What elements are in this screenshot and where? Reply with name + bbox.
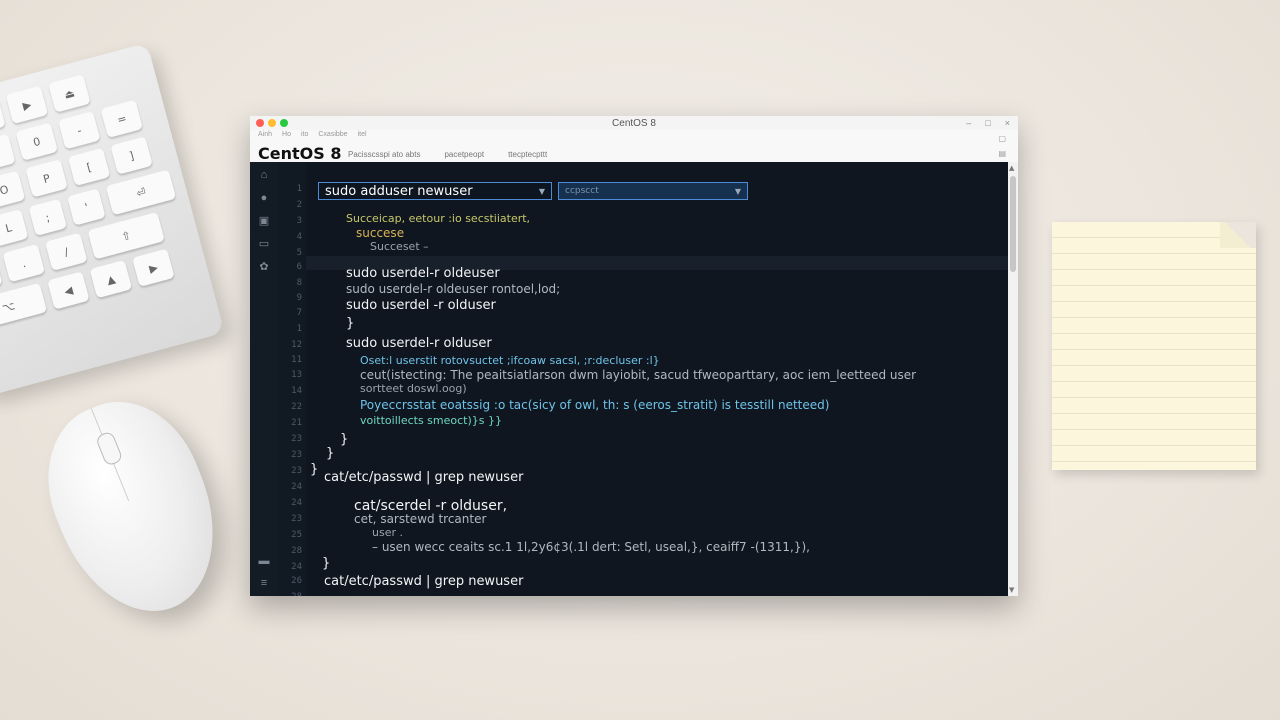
code-line: }	[346, 316, 355, 331]
minimize-dot[interactable]	[268, 119, 276, 127]
code-line: Oset:l userstit rotovsuctet ;ifcoaw sacs…	[360, 354, 660, 367]
app-title: CentOS 8	[258, 144, 342, 163]
line-number: 14	[291, 386, 302, 396]
sticky-note	[1052, 222, 1256, 470]
line-number: 22	[291, 402, 302, 412]
menu-icon[interactable]: ≡	[257, 576, 271, 590]
line-number: 2	[296, 200, 302, 210]
line-number: 13	[291, 370, 302, 380]
folder-icon[interactable]: ▭	[257, 237, 271, 251]
code-line: }	[310, 462, 319, 477]
gear-icon[interactable]: ✿	[257, 260, 271, 274]
toolbar-tab[interactable]: pacetpeopt	[444, 150, 484, 159]
zoom-dot[interactable]	[280, 119, 288, 127]
close-dot[interactable]	[256, 119, 264, 127]
line-number: 23	[291, 450, 302, 460]
code-line: Succeset –	[370, 240, 429, 253]
code-line: sudo userdel -r olduser	[346, 298, 496, 313]
code-line: sortteet doswl.oog)	[360, 382, 467, 395]
code-line: }	[322, 556, 331, 571]
code-editor[interactable]: sudo adduser newuser ▼ ccpscct ▼ ▲ ▼ Suc…	[306, 162, 1018, 596]
user-icon[interactable]: ●	[257, 191, 271, 205]
code-line: voittoillects smeoct)}s }}	[360, 414, 502, 427]
code-line: sudo userdel-r oldeuser	[346, 266, 500, 281]
chevron-down-icon[interactable]: ▼	[539, 183, 545, 200]
code-line: user .	[372, 526, 403, 539]
toolbar-tab[interactable]: Pacisscsspi ato abts	[348, 150, 420, 159]
menu-item[interactable]: itel	[358, 131, 367, 138]
line-number: 24	[291, 562, 302, 572]
menu-item[interactable]: Cxasibbe	[318, 131, 347, 138]
code-line: Poyeccrsstat eoatssig :o tac(sicy of owl…	[360, 398, 830, 412]
code-line: Succeicap, eetour :io secstiiatert,	[346, 212, 531, 225]
toolbar: Ainh Ho ito Cxasibbe itel CentOS 8 Pacis…	[250, 130, 1018, 163]
code-line: cat/etc/passwd | grep newuser	[324, 574, 524, 589]
line-number: 24	[291, 498, 302, 508]
window-title: CentOS 8	[612, 117, 656, 129]
chevron-down-icon[interactable]: ▼	[735, 183, 741, 200]
line-number: 7	[296, 308, 302, 318]
line-number: 11	[291, 355, 302, 365]
activity-bar: ⌂ ● ▣ ▭ ✿ ▬ ≡	[250, 162, 278, 596]
layout-icon[interactable]: ▬	[257, 554, 271, 568]
line-number: 26	[291, 576, 302, 586]
option-select-value: ccpscct	[565, 186, 599, 196]
toolbar-tab[interactable]: ttecptecpttt	[508, 150, 547, 159]
keyboard: ⌃◀▶⏏ 890-= IOP[] KL;'⏎ ,./⇧ ⌥◀▲▶	[0, 42, 225, 398]
line-number: 28	[282, 592, 302, 596]
line-number: 1	[296, 184, 302, 194]
code-line: }	[326, 446, 335, 461]
terminal-icon[interactable]: ▣	[257, 214, 271, 228]
code-line: ceut(istecting: The peaitsiatlarson dwm …	[360, 368, 917, 382]
line-number: 12	[291, 340, 302, 350]
line-number: 21	[291, 418, 302, 428]
menu-item[interactable]: Ainh	[258, 131, 272, 138]
option-select[interactable]: ccpscct ▼	[558, 182, 748, 200]
line-number: 25	[291, 530, 302, 540]
line-number: 23	[291, 466, 302, 476]
editor-area: ⌂ ● ▣ ▭ ✿ ▬ ≡ 1 2 3 4 5 6 8 9 7 1 12 11 13 14 22 21 23 23…	[250, 162, 1018, 596]
line-number: 6	[296, 262, 302, 272]
line-number: 24	[291, 482, 302, 492]
mouse	[23, 379, 243, 636]
minimize-button[interactable]: –	[966, 116, 971, 130]
command-input[interactable]: sudo adduser newuser ▼	[318, 182, 552, 200]
code-line: }	[340, 432, 349, 447]
line-number: 28	[291, 546, 302, 556]
settings-icon[interactable]: ▢	[998, 134, 1006, 143]
menu-bar: Ainh Ho ito Cxasibbe itel	[258, 131, 367, 138]
title-bar: CentOS 8 – □ ×	[250, 116, 1018, 130]
code-line: succese	[356, 226, 405, 240]
code-line: sudo userdel-r oldeuser rontoel,lod;	[346, 282, 561, 296]
menu-item[interactable]: Ho	[282, 131, 291, 138]
centos-window: CentOS 8 – □ × Ainh Ho ito Cxasibbe itel…	[250, 116, 1018, 596]
code-line: cat/etc/passwd | grep newuser	[324, 470, 524, 485]
home-icon[interactable]: ⌂	[257, 168, 271, 182]
line-number: 8	[296, 278, 302, 288]
line-number: 4	[296, 232, 302, 242]
line-number: 9	[296, 293, 302, 303]
line-number-gutter: 1 2 3 4 5 6 8 9 7 1 12 11 13 14 22 21 23 23 23 24 24 23 25 28 24…	[278, 162, 306, 596]
code-line: sudo userdel-r olduser	[346, 336, 492, 351]
menu-item[interactable]: ito	[301, 131, 308, 138]
code-line: cet, sarstewd trcanter	[354, 512, 487, 526]
command-input-value: sudo adduser newuser	[325, 184, 473, 199]
close-button[interactable]: ×	[1005, 116, 1010, 130]
scrollbar-thumb[interactable]	[1010, 176, 1016, 272]
line-number: 5	[296, 248, 302, 258]
scroll-down-icon[interactable]: ▼	[1009, 586, 1014, 594]
line-number: 23	[291, 434, 302, 444]
line-number: 23	[291, 514, 302, 524]
panel-icon[interactable]: ▤	[998, 149, 1006, 158]
scroll-up-icon[interactable]: ▲	[1009, 164, 1014, 172]
maximize-button[interactable]: □	[985, 116, 990, 130]
line-number: 1	[296, 324, 302, 334]
line-number: 3	[296, 216, 302, 226]
vertical-scrollbar[interactable]: ▲ ▼	[1008, 162, 1018, 596]
code-line: – usen wecc ceaits sc.1 1l,2y6¢3(.1l der…	[372, 540, 810, 554]
